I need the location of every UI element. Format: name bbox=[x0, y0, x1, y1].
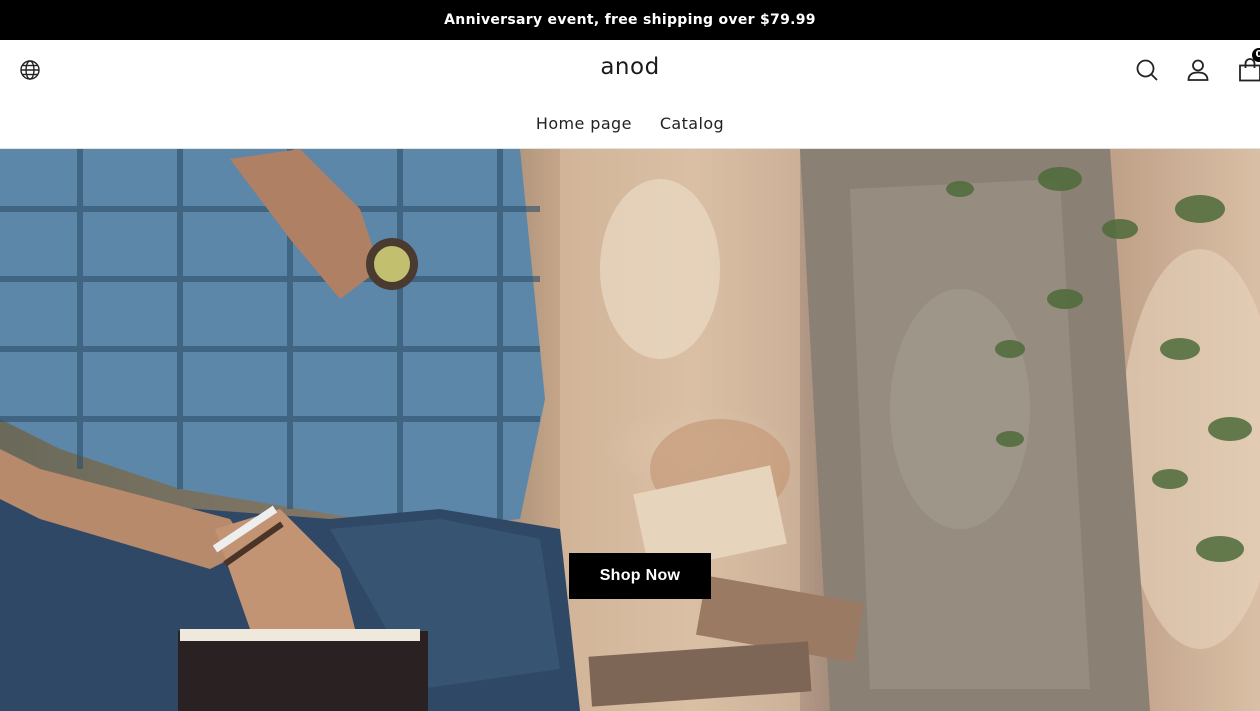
nav-item-catalog[interactable]: Catalog bbox=[660, 114, 724, 133]
user-icon[interactable] bbox=[1186, 58, 1210, 82]
hero-image bbox=[0, 149, 1260, 711]
cart-count-badge: 0 bbox=[1252, 48, 1260, 62]
shop-now-button[interactable]: Shop Now bbox=[569, 553, 711, 599]
announcement-bar: Anniversary event, free shipping over $7… bbox=[0, 0, 1260, 40]
hero-banner: Shop Now bbox=[0, 149, 1260, 711]
site-logo[interactable]: anod bbox=[0, 54, 1260, 80]
main-nav: Home page Catalog bbox=[0, 100, 1260, 149]
nav-item-home[interactable]: Home page bbox=[536, 114, 632, 133]
announcement-text: Anniversary event, free shipping over $7… bbox=[444, 12, 816, 28]
site-header: anod 0 bbox=[0, 40, 1260, 100]
search-icon[interactable] bbox=[1135, 58, 1159, 82]
